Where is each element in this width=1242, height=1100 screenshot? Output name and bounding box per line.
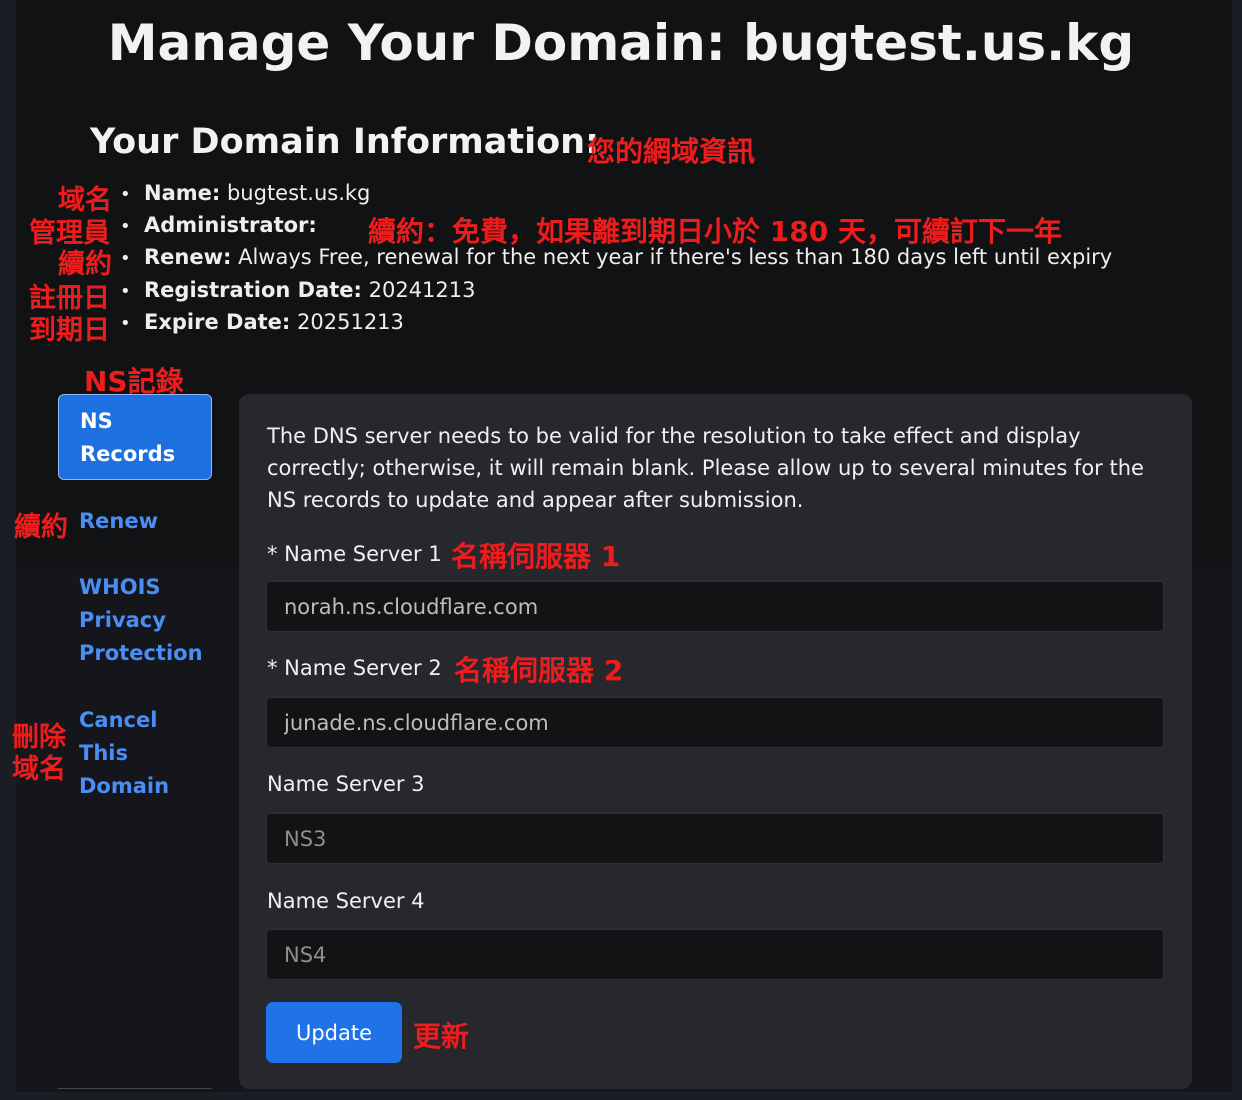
- info-row-renew: • Renew: Always Free, renewal for the nex…: [120, 245, 1113, 269]
- name-server-3-input[interactable]: [266, 813, 1164, 864]
- domain-info-heading-annotation: 您的網域資訊: [587, 135, 756, 168]
- renew-annotation-detail: 續約：免費，如果離到期日小於 180 天，可續訂下一年: [368, 215, 1062, 248]
- sidebar-item-cancel-domain[interactable]: Cancel This Domain: [79, 704, 209, 803]
- info-value-registration: 20241213: [368, 278, 476, 302]
- update-annotation: 更新: [413, 1020, 470, 1053]
- name-server-1-label: * Name Server 1: [267, 542, 442, 566]
- name-server-4-label: Name Server 4: [267, 889, 425, 913]
- expire-annotation: 到期日: [29, 315, 110, 346]
- sidebar-item-whois-privacy[interactable]: WHOIS Privacy Protection: [79, 571, 209, 670]
- domain-info-heading: Your Domain Information:: [90, 122, 600, 162]
- info-row-administrator: • Administrator:: [120, 213, 317, 237]
- page-title: Manage Your Domain: bugtest.us.kg: [107, 14, 1135, 72]
- info-value-renew: Always Free, renewal for the next year i…: [238, 245, 1113, 269]
- name-server-3-label: Name Server 3: [267, 772, 425, 796]
- info-row-name: • Name: bugtest.us.kg: [120, 181, 371, 205]
- info-row-expire: • Expire Date: 20251213: [120, 310, 404, 334]
- info-value-name: bugtest.us.kg: [226, 181, 371, 205]
- name-server-2-label: * Name Server 2: [267, 656, 442, 680]
- sidebar-item-renew[interactable]: Renew: [79, 505, 209, 538]
- info-row-registration: • Registration Date: 20241213: [120, 278, 476, 302]
- info-label-renew: Renew:: [144, 245, 232, 269]
- info-label-name: Name:: [144, 181, 221, 205]
- info-value-expire: 20251213: [297, 310, 404, 334]
- sidebar-item-ns-records[interactable]: NS Records: [58, 394, 212, 480]
- name-server-4-input[interactable]: [266, 929, 1164, 980]
- info-label-registration: Registration Date:: [144, 278, 362, 302]
- sidebar-divider: [58, 1088, 212, 1089]
- name-server-1-annotation: 名稱伺服器 1: [451, 540, 621, 573]
- renew-nav-annotation: 續約: [14, 512, 68, 543]
- info-label-administrator: Administrator:: [144, 213, 317, 237]
- ns-description: The DNS server needs to be valid for the…: [267, 424, 1144, 512]
- name-server-2-annotation: 名稱伺服器 2: [454, 654, 624, 687]
- name-server-1-input[interactable]: [266, 581, 1164, 632]
- update-button[interactable]: Update: [266, 1002, 402, 1063]
- name-server-2-input[interactable]: [266, 697, 1164, 748]
- cancel-nav-annotation: 刪除域名: [12, 722, 66, 785]
- info-label-expire: Expire Date:: [144, 310, 291, 334]
